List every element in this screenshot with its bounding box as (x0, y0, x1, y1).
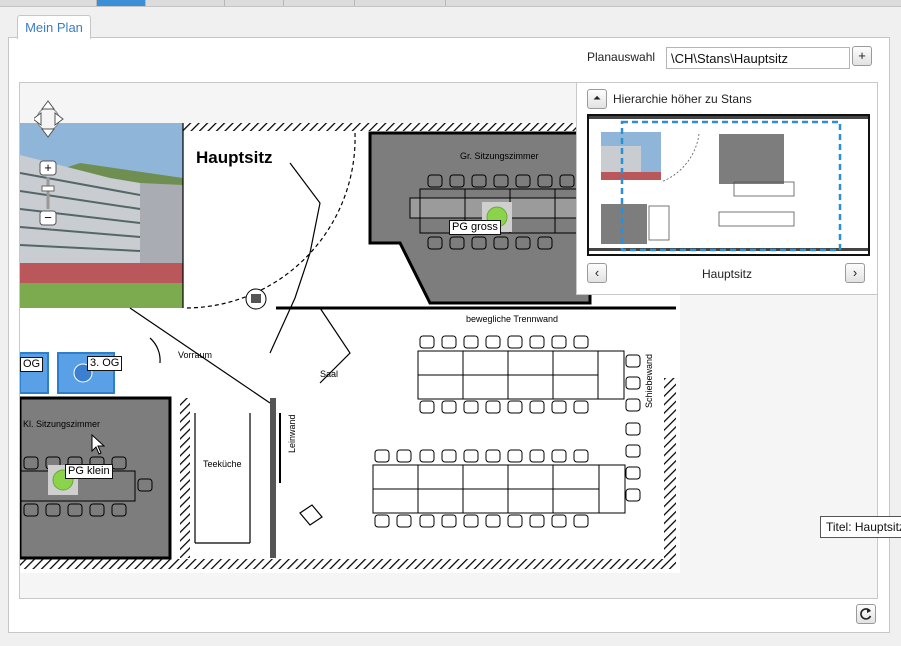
room-label-trennwand: bewegliche Trennwand (466, 314, 558, 324)
zoom-out-icon: − (44, 210, 52, 225)
hierarchy-up-label: Hierarchie höher zu Stans (613, 92, 752, 106)
minimap-thumbnail[interactable] (587, 114, 870, 256)
label-pg-klein: PG klein (65, 464, 113, 479)
add-plan-button[interactable]: + (852, 46, 872, 66)
minimap-next-button[interactable]: › (845, 263, 865, 283)
plan-select-input[interactable] (666, 47, 850, 69)
top-tab-strip (0, 0, 901, 7)
room-label-schiebewand: Schiebewand (644, 354, 654, 408)
label-og3: 3. OG (87, 356, 123, 371)
pan-up-icon (41, 100, 55, 110)
floorplan-title: Hauptsitz (196, 148, 273, 167)
minimap-panel: ⏶ Hierarchie höher zu Stans ‹ Hauptsitz … (576, 83, 877, 295)
map-tooltip: Titel: Hauptsitz (820, 516, 901, 538)
room-label-vorraum: Vorraum (178, 350, 212, 360)
map-navigation-control[interactable]: + − (34, 91, 70, 227)
plan-select-label: Planauswahl (587, 50, 656, 64)
tab-mein-plan[interactable]: Mein Plan (17, 15, 91, 39)
refresh-icon (860, 608, 872, 620)
room-label-gr-sitzung: Gr. Sitzungszimmer (460, 151, 539, 161)
top-tab-active[interactable] (97, 0, 146, 6)
top-tab-1[interactable] (0, 0, 97, 6)
room-label-kl-sitzung: Kl. Sitzungszimmer (23, 419, 100, 429)
top-tab-4[interactable] (225, 0, 284, 6)
minimap-prev-button[interactable]: ‹ (587, 263, 607, 283)
top-tab-5[interactable] (284, 0, 355, 6)
room-label-saal: Saal (320, 369, 338, 379)
double-chevron-up-icon: ⏶ (593, 93, 601, 104)
chevron-left-icon: ‹ (594, 265, 600, 280)
label-og2: OG (20, 357, 44, 372)
chevron-right-icon: › (852, 265, 858, 280)
zoom-slider-handle (41, 185, 55, 192)
minimap-current-name: Hauptsitz (701, 267, 753, 281)
top-tab-6[interactable] (355, 0, 446, 6)
refresh-button[interactable] (856, 604, 876, 624)
pan-down-icon (41, 128, 55, 138)
label-pg-gross: PG gross (449, 220, 501, 235)
top-tab-3[interactable] (146, 0, 225, 6)
room-label-leinwand: Leinwand (287, 414, 297, 453)
zoom-in-icon: + (44, 160, 52, 175)
plus-icon: + (858, 48, 866, 63)
pan-right-icon (54, 112, 64, 126)
hierarchy-up-button[interactable]: ⏶ (587, 89, 607, 109)
room-label-teekueche: Teeküche (203, 459, 242, 469)
floorplan-viewer[interactable]: Hauptsitz Gr. Sitzungszimmer Kl. Sitzung… (19, 82, 878, 599)
